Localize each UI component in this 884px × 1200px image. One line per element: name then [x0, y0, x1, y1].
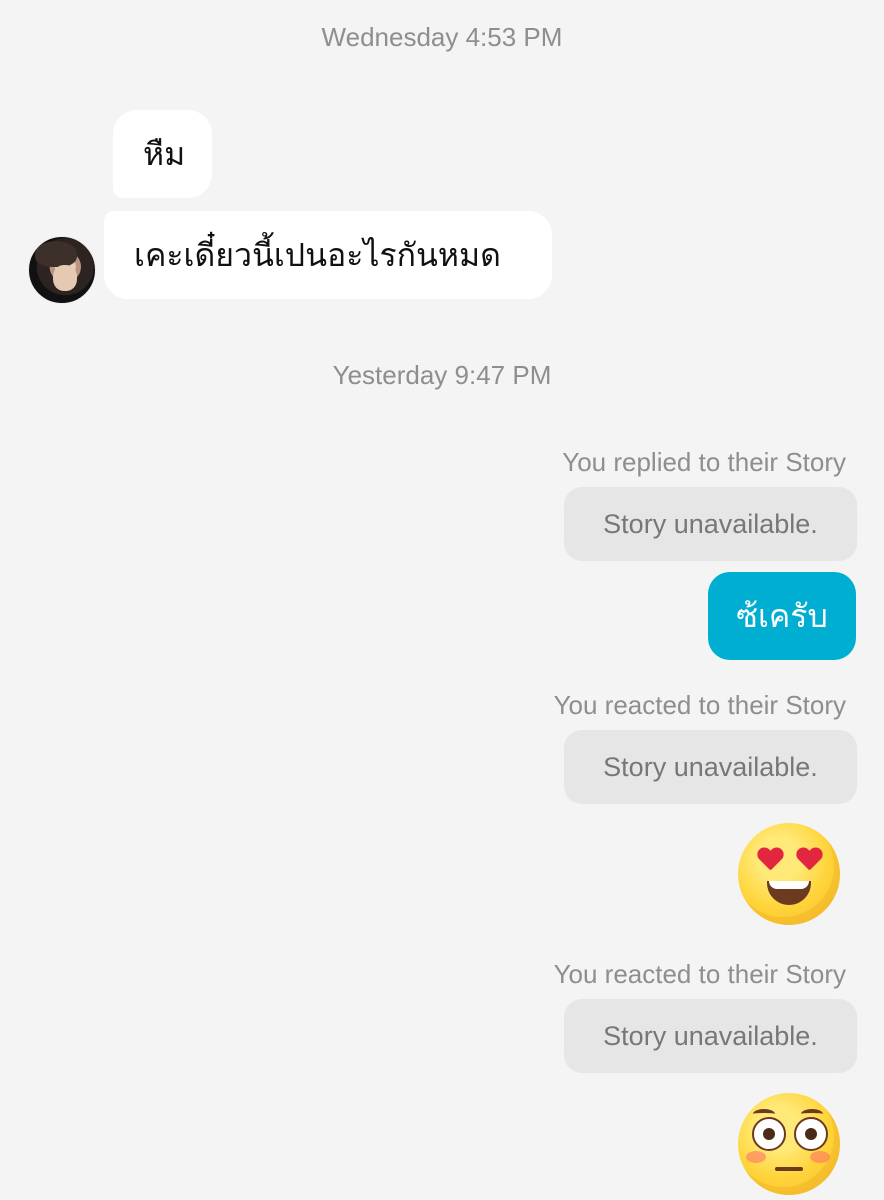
incoming-message-2[interactable]: เคะเดี๋ยวนี้เปนอะไรกันหมด	[104, 211, 552, 299]
incoming-message-1[interactable]: หืม	[113, 110, 212, 198]
story-unavailable-box-3[interactable]: Story unavailable.	[564, 999, 857, 1073]
right-heart-eye-icon	[796, 848, 822, 872]
sender-avatar[interactable]	[28, 236, 96, 304]
left-blush-icon	[746, 1151, 766, 1163]
flat-mouth-icon	[775, 1167, 803, 1171]
right-wide-eye-icon	[794, 1117, 828, 1151]
story-unavailable-box-1[interactable]: Story unavailable.	[564, 487, 857, 561]
story-reaction-note-2: You reacted to their Story	[553, 959, 846, 989]
story-reply-note: You replied to their Story	[562, 447, 846, 477]
story-unavailable-box-2[interactable]: Story unavailable.	[564, 730, 857, 804]
heart-eyes-emoji-icon[interactable]	[738, 823, 840, 925]
timestamp-wednesday: Wednesday 4:53 PM	[321, 22, 563, 52]
left-wide-eye-icon	[752, 1117, 786, 1151]
avatar-face	[53, 265, 77, 291]
story-reaction-note-1: You reacted to their Story	[553, 690, 846, 720]
timestamp-yesterday: Yesterday 9:47 PM	[332, 360, 552, 390]
right-blush-icon	[810, 1151, 830, 1163]
outgoing-message-1[interactable]: ซ้เครับ	[708, 572, 856, 660]
smile-mouth-icon	[767, 881, 811, 905]
left-heart-eye-icon	[757, 848, 783, 872]
flushed-face-emoji-icon[interactable]	[738, 1093, 840, 1195]
avatar-hair	[35, 241, 77, 267]
